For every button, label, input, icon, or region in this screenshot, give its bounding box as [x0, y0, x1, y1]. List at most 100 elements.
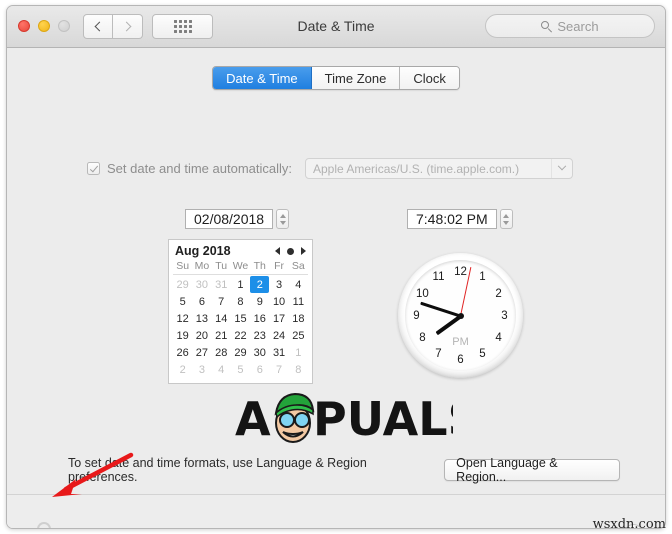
calendar-week-row: 19 20 21 22 23 24 25 — [173, 327, 308, 344]
tab-time-zone[interactable]: Time Zone — [311, 67, 401, 89]
calendar-day[interactable]: 18 — [289, 310, 308, 327]
calendar-day[interactable]: 22 — [231, 327, 250, 344]
calendar-day[interactable]: 21 — [212, 327, 231, 344]
calendar-day[interactable]: 24 — [269, 327, 288, 344]
calendar-day-headers: Su Mo Tu We Th Fr Sa — [173, 260, 308, 275]
calendar-header: Aug 2018 — [173, 243, 308, 260]
calendar-day[interactable]: 31 — [212, 276, 231, 293]
calendar-nav — [275, 247, 306, 255]
analog-clock: 12 1 2 3 4 5 6 7 8 9 10 11 PM — [398, 253, 523, 378]
clock-hour-number: 2 — [495, 287, 502, 300]
clock-hour-number: 5 — [479, 347, 486, 360]
calendar-day[interactable]: 2 — [173, 361, 192, 378]
calendar-day[interactable]: 9 — [250, 293, 269, 310]
calendar-day[interactable]: 7 — [212, 293, 231, 310]
calendar-day[interactable]: 8 — [289, 361, 308, 378]
calendar-day[interactable]: 8 — [231, 293, 250, 310]
calendar-day[interactable]: 7 — [269, 361, 288, 378]
calendar-day[interactable]: 30 — [250, 344, 269, 361]
calendar-week-row: 26 27 28 29 30 31 1 — [173, 344, 308, 361]
time-input[interactable]: 7:48:02 PM — [407, 209, 497, 229]
screenshot-root: Date & Time Search Date & Time Time Zone… — [0, 0, 672, 534]
calendar-day[interactable]: 29 — [231, 344, 250, 361]
preferences-content: Date & Time Time Zone Clock Set date and… — [7, 48, 665, 528]
date-stepper: 02/08/2018 — [185, 209, 290, 229]
time-stepper-arrows[interactable] — [499, 209, 513, 229]
calendar-day[interactable]: 11 — [289, 293, 308, 310]
calendar-day[interactable]: 15 — [231, 310, 250, 327]
calendar-day[interactable]: 20 — [192, 327, 211, 344]
search-placeholder: Search — [557, 18, 599, 34]
clock-hour-number: 9 — [413, 309, 420, 322]
time-server-select[interactable]: Apple Americas/U.S. (time.apple.com.) — [305, 158, 573, 179]
clock-hour-number: 4 — [495, 331, 502, 344]
tab-date-and-time[interactable]: Date & Time — [213, 67, 312, 89]
stepper-down-icon[interactable] — [503, 220, 510, 225]
stepper-down-icon[interactable] — [279, 220, 286, 225]
calendar-day[interactable]: 4 — [289, 276, 308, 293]
calendar-day[interactable]: 29 — [173, 276, 192, 293]
open-language-region-button[interactable]: Open Language & Region... — [444, 456, 620, 484]
calendar-day[interactable]: 16 — [250, 310, 269, 327]
date-stepper-arrows[interactable] — [276, 209, 290, 229]
calendar-day[interactable]: 6 — [250, 361, 269, 378]
calendar-day[interactable]: 17 — [269, 310, 288, 327]
day-header: Sa — [291, 260, 305, 272]
calendar-month-label: Aug 2018 — [175, 244, 231, 258]
calendar-day-selected[interactable]: 2 — [250, 276, 270, 293]
calendar-widget[interactable]: Aug 2018 Su Mo Tu We Th Fr Sa 29 30 31 1… — [168, 239, 313, 384]
calendar-day[interactable]: 4 — [212, 361, 231, 378]
time-server-value: Apple Americas/U.S. (time.apple.com.) — [313, 161, 520, 176]
appuals-logo-svg: A PUALS — [235, 392, 481, 446]
calendar-day[interactable]: 31 — [269, 344, 288, 361]
calendar-week-row: 12 13 14 15 16 17 18 — [173, 310, 308, 327]
tab-bar: Date & Time Time Zone Clock — [7, 66, 665, 90]
calendar-day[interactable]: 12 — [173, 310, 192, 327]
date-input[interactable]: 02/08/2018 — [185, 209, 274, 229]
clock-hour-number: 10 — [415, 287, 429, 300]
search-inner: Search — [541, 18, 599, 34]
calendar-day[interactable]: 26 — [173, 344, 192, 361]
window-titlebar: Date & Time Search — [7, 6, 665, 48]
calendar-day[interactable]: 28 — [212, 344, 231, 361]
calendar-day[interactable]: 27 — [192, 344, 211, 361]
calendar-day[interactable]: 14 — [212, 310, 231, 327]
lock-row[interactable]: Click the lock to make changes. — [32, 522, 250, 528]
clock-hour-number: 6 — [457, 353, 464, 366]
day-header: Fr — [274, 260, 285, 272]
set-automatically-checkbox[interactable] — [87, 162, 100, 175]
calendar-day[interactable]: 13 — [192, 310, 211, 327]
preferences-window: Date & Time Search Date & Time Time Zone… — [6, 5, 666, 529]
clock-ampm-label: PM — [452, 335, 469, 348]
calendar-day[interactable]: 5 — [173, 293, 192, 310]
search-field[interactable]: Search — [485, 14, 655, 38]
lock-closed-icon[interactable] — [32, 522, 56, 528]
calendar-day[interactable]: 10 — [269, 293, 288, 310]
calendar-week-row: 2345678 — [173, 361, 308, 378]
calendar-day[interactable]: 19 — [173, 327, 192, 344]
chevron-down-icon — [557, 161, 566, 170]
time-server-dropdown-arrow[interactable] — [551, 159, 571, 178]
clock-center-hub — [457, 312, 464, 319]
calendar-day[interactable]: 5 — [231, 361, 250, 378]
clock-hour-number: 11 — [432, 271, 445, 284]
previous-month-arrow-icon[interactable] — [275, 247, 280, 255]
calendar-day[interactable]: 25 — [289, 327, 308, 344]
formats-row: To set date and time formats, use Langua… — [68, 456, 620, 484]
day-header: Th — [253, 260, 266, 272]
calendar-day[interactable]: 1 — [231, 276, 250, 293]
calendar-day[interactable]: 6 — [192, 293, 211, 310]
today-dot-icon[interactable] — [287, 247, 294, 255]
clock-hour-number: 8 — [419, 331, 426, 344]
calendar-day[interactable]: 3 — [192, 361, 211, 378]
day-header: Mo — [194, 260, 210, 272]
calendar-day[interactable]: 1 — [289, 344, 308, 361]
tab-clock[interactable]: Clock — [400, 67, 459, 89]
calendar-day[interactable]: 3 — [269, 276, 288, 293]
calendar-day[interactable]: 23 — [250, 327, 269, 344]
calendar-day[interactable]: 30 — [192, 276, 211, 293]
next-month-arrow-icon[interactable] — [301, 247, 306, 255]
stepper-up-icon[interactable] — [279, 213, 286, 218]
clock-hour-number: 1 — [479, 271, 486, 284]
stepper-up-icon[interactable] — [503, 213, 510, 218]
